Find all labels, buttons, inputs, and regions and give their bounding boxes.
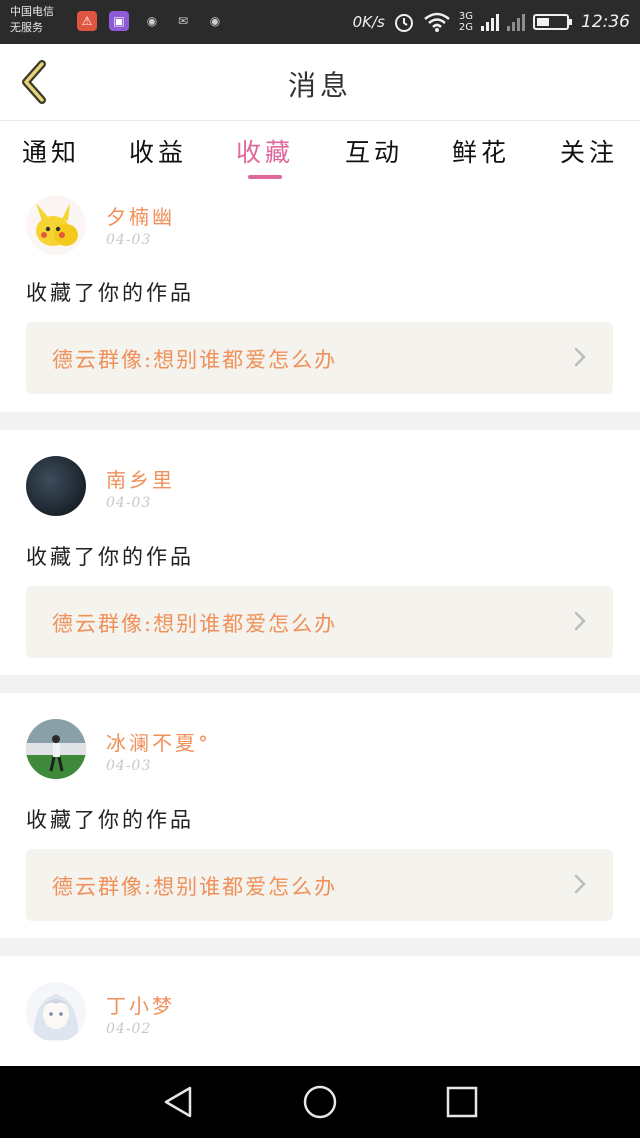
tab-earnings[interactable]: 收益	[113, 133, 203, 169]
header: 消息	[0, 44, 640, 121]
message-date: 04-03	[106, 232, 152, 248]
status-right: 0K/s 3G 2G 12:36	[353, 0, 630, 44]
system-nav-bar	[0, 1066, 640, 1138]
active-tab-indicator	[248, 175, 282, 179]
work-title: 德云群像:想别谁都爱怎么办	[52, 348, 338, 372]
tab-notifications[interactable]: 通知	[6, 133, 96, 169]
signal-icon	[481, 13, 499, 31]
work-title: 德云群像:想别谁都爱怎么办	[52, 875, 338, 899]
carrier-label: 中国电信 无服务	[10, 5, 54, 34]
status-bar: 中国电信 无服务 ⚠ ▣ ◉ ✉ ◉ 0K/s 3G 2G 12:36	[0, 0, 640, 44]
weibo-icon: ◉	[209, 14, 221, 28]
battery-icon	[533, 14, 572, 30]
username[interactable]: 夕楠幽	[106, 201, 175, 230]
weibo-icon: ◉	[146, 14, 158, 28]
home-circle-icon[interactable]	[300, 1084, 340, 1120]
divider	[0, 412, 640, 430]
message-action: 收藏了你的作品	[26, 808, 194, 832]
message-date: 04-02	[106, 1021, 152, 1037]
recents-square-icon[interactable]	[442, 1084, 482, 1120]
signal-icon	[507, 13, 525, 31]
work-title: 德云群像:想别谁都爱怎么办	[52, 612, 338, 636]
chevron-right-icon	[574, 347, 586, 367]
dark-avatar[interactable]	[26, 456, 86, 516]
message-item: 冰澜不夏° 04-03 收藏了你的作品 德云群像:想别谁都爱怎么办	[0, 693, 640, 938]
username[interactable]: 丁小梦	[106, 990, 175, 1019]
message-item: 夕楠幽 04-03 收藏了你的作品 德云群像:想别谁都爱怎么办	[0, 185, 640, 412]
page-title: 消息	[287, 69, 352, 102]
divider	[0, 675, 640, 693]
chevron-right-icon	[574, 611, 586, 631]
tab-favorites[interactable]: 收藏	[220, 133, 310, 179]
back-triangle-icon[interactable]	[158, 1084, 198, 1120]
tab-interactions[interactable]: 互动	[329, 133, 419, 169]
anime-avatar[interactable]	[26, 982, 86, 1042]
photo-avatar[interactable]	[26, 719, 86, 779]
divider	[0, 938, 640, 956]
pikachu-avatar[interactable]	[26, 195, 86, 255]
work-link[interactable]: 德云群像:想别谁都爱怎么办	[26, 322, 613, 394]
work-link[interactable]: 德云群像:想别谁都爱怎么办	[26, 849, 613, 921]
network-type: 3G 2G	[458, 11, 473, 33]
tab-bar: 通知 收益 收藏 互动 鲜花 关注	[0, 121, 640, 185]
warning-icon: ⚠	[77, 11, 97, 31]
speed-label: 0K/s	[352, 13, 385, 31]
message-item: 丁小梦 04-02	[0, 956, 640, 1066]
message-date: 04-03	[106, 495, 152, 511]
image-app-icon: ▣	[109, 11, 129, 31]
username[interactable]: 南乡里	[106, 464, 175, 493]
chevron-right-icon	[574, 874, 586, 894]
clock: 12:36	[581, 12, 630, 32]
work-link[interactable]: 德云群像:想别谁都爱怎么办	[26, 586, 613, 658]
message-date: 04-03	[106, 758, 152, 774]
tab-following[interactable]: 关注	[544, 133, 634, 169]
tab-flowers[interactable]: 鲜花	[436, 133, 526, 169]
message-action: 收藏了你的作品	[26, 281, 194, 305]
mail-icon: ✉	[177, 14, 189, 28]
message-action: 收藏了你的作品	[26, 545, 194, 569]
wifi-icon	[424, 12, 450, 32]
username[interactable]: 冰澜不夏°	[106, 727, 211, 756]
alarm-icon	[394, 14, 413, 32]
message-item: 南乡里 04-03 收藏了你的作品 德云群像:想别谁都爱怎么办	[0, 430, 640, 675]
